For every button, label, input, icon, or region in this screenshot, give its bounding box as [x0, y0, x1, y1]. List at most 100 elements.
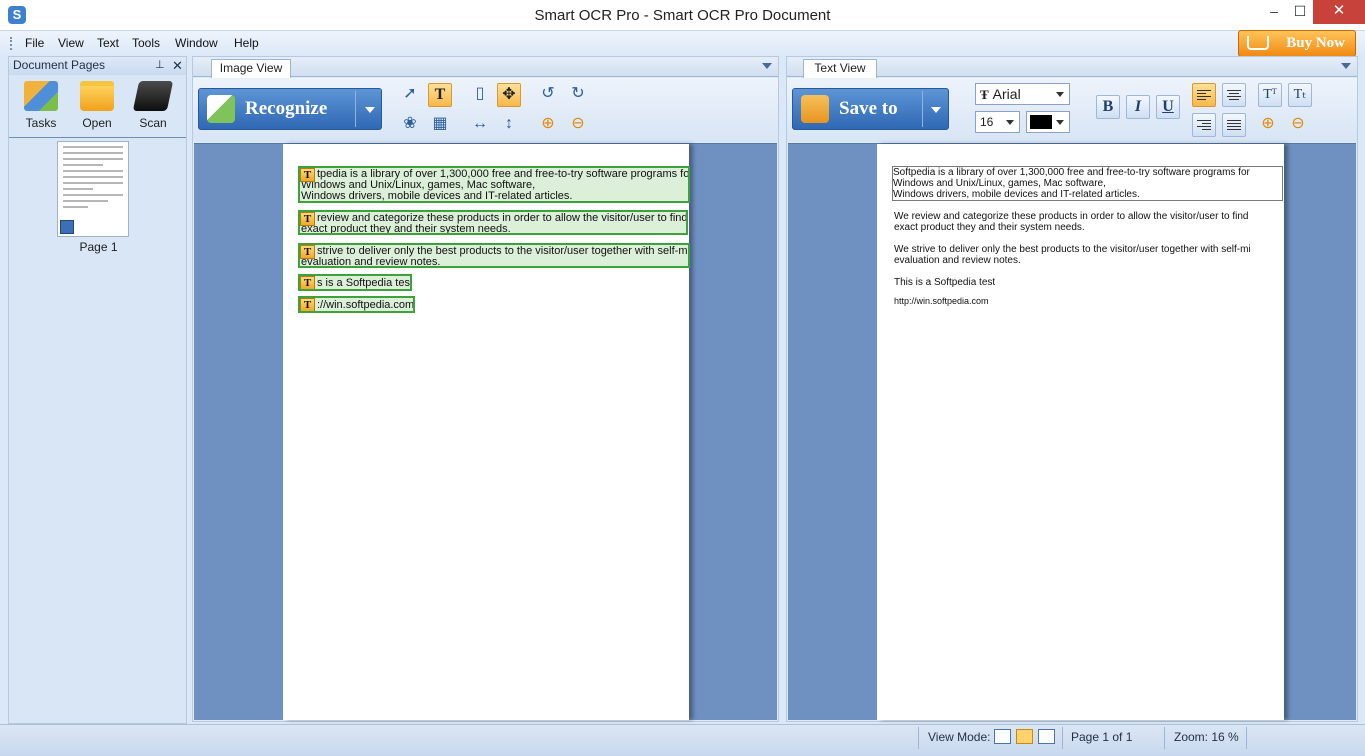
- rotate-left-icon[interactable]: ↺: [536, 83, 560, 107]
- single-view-mode-icon[interactable]: [994, 729, 1011, 744]
- scan-button[interactable]: Scan: [127, 79, 179, 131]
- zoom-out-icon[interactable]: ⊖: [1286, 113, 1310, 137]
- text-block-icon: T: [300, 298, 315, 311]
- paragraph-line: Softpedia is a library of over 1,300,000…: [893, 167, 1250, 178]
- split-view-mode-icon[interactable]: [1016, 729, 1033, 744]
- text-paragraph[interactable]: We review and categorize these products …: [894, 211, 1248, 233]
- pointer-tool-icon[interactable]: ➚: [398, 83, 422, 107]
- text-paragraph[interactable]: http://win.softpedia.com: [894, 296, 989, 307]
- scan-label: Scan: [139, 116, 167, 130]
- rotate-right-icon[interactable]: ↻: [566, 83, 590, 107]
- open-button[interactable]: Open: [71, 79, 123, 131]
- recognized-text-block[interactable]: T strive to deliver only the best produc…: [298, 243, 690, 268]
- recognized-text-block[interactable]: T ://win.softpedia.com: [298, 296, 415, 313]
- align-center-icon[interactable]: [1222, 83, 1246, 107]
- save-icon: [60, 220, 74, 234]
- zoom-in-icon[interactable]: ⊕: [1256, 113, 1280, 137]
- bold-button[interactable]: B: [1096, 95, 1120, 119]
- text-block-icon: T: [300, 212, 315, 226]
- split-divider: [922, 91, 923, 127]
- image-area-tool-icon[interactable]: ❀: [398, 113, 422, 137]
- window-title: Smart OCR Pro - Smart OCR Pro Document: [534, 7, 831, 24]
- save-to-button[interactable]: Save to: [792, 88, 949, 130]
- zoom-out-icon[interactable]: ⊖: [566, 113, 590, 137]
- zoom-in-icon[interactable]: ⊕: [536, 113, 560, 137]
- status-divider: [1062, 727, 1063, 749]
- paragraph-line: http://win.softpedia.com: [894, 296, 989, 306]
- zoom-indicator: Zoom: 16 %: [1174, 730, 1239, 744]
- buy-now-label: Buy Now: [1286, 35, 1345, 51]
- italic-button[interactable]: I: [1126, 95, 1150, 119]
- recognized-text-block[interactable]: T s is a Softpedia test: [298, 274, 412, 291]
- paragraph-line: This is a Softpedia test: [894, 277, 996, 288]
- close-button[interactable]: ✕: [1313, 0, 1365, 24]
- maximize-button[interactable]: ☐: [1283, 0, 1317, 24]
- recognize-button[interactable]: Recognize: [198, 88, 382, 130]
- menu-bar: File View Text Tools Window Help: [0, 31, 1365, 56]
- justify-icon[interactable]: [1222, 113, 1246, 137]
- superscript-icon[interactable]: Tᵀ: [1258, 83, 1282, 107]
- page-indicator: Page 1 of 1: [1071, 730, 1133, 744]
- picture-area-tool-icon[interactable]: ▯: [468, 83, 492, 107]
- image-view-pane: Image View Recognize ➚ T ▯ ✥ ↺ ↻ ❀ ▦ ↔ ↕…: [192, 56, 779, 722]
- paragraph-line: evaluation and review notes.: [894, 255, 1021, 266]
- image-view-toolbar: Recognize ➚ T ▯ ✥ ↺ ↻ ❀ ▦ ↔ ↕ ⊕ ⊖: [193, 78, 778, 142]
- image-page: T tpedia is a library of over 1,300,000 …: [283, 144, 690, 720]
- text-view-toolbar: Save to Ŧ Arial 16 B I U Tᵀ Tₜ ⊕ ⊖: [787, 78, 1357, 142]
- folder-icon: [80, 81, 114, 111]
- recognize-icon: [207, 95, 235, 123]
- document-pages-title: Document Pages: [13, 58, 106, 72]
- font-name-select[interactable]: Ŧ Arial: [975, 83, 1070, 105]
- stacked-view-mode-icon[interactable]: [1038, 729, 1055, 744]
- menu-file[interactable]: File: [25, 36, 44, 50]
- tab-menu-arrow-icon[interactable]: [1341, 63, 1351, 69]
- menu-window[interactable]: Window: [175, 36, 218, 50]
- paragraph-line: We review and categorize these products …: [894, 211, 1249, 222]
- text-block-icon: T: [300, 245, 315, 259]
- pin-icon[interactable]: ⊥: [155, 57, 165, 74]
- menu-text[interactable]: Text: [97, 36, 119, 50]
- text-paragraph[interactable]: We strive to deliver only the best produ…: [894, 244, 1251, 266]
- table-area-tool-icon[interactable]: ▦: [428, 113, 452, 137]
- tab-image-view[interactable]: Image View: [211, 59, 291, 78]
- block-line: ://win.softpedia.com: [317, 299, 415, 311]
- buy-now-button[interactable]: Buy Now: [1238, 30, 1356, 57]
- subscript-icon[interactable]: Tₜ: [1288, 83, 1312, 107]
- text-area-tool-icon[interactable]: T: [428, 83, 452, 107]
- menu-view[interactable]: View: [58, 36, 84, 50]
- menu-help[interactable]: Help: [234, 36, 259, 50]
- menu-tools[interactable]: Tools: [132, 36, 160, 50]
- tasks-button[interactable]: Tasks: [15, 79, 67, 131]
- move-tool-icon[interactable]: ✥: [497, 83, 521, 107]
- fit-height-icon[interactable]: ↕: [497, 113, 521, 137]
- font-size-select[interactable]: 16: [975, 111, 1020, 133]
- font-name-value: Arial: [992, 86, 1021, 102]
- text-paragraph[interactable]: This is a Softpedia test: [894, 277, 995, 288]
- recognized-text-block[interactable]: T review and categorize these products i…: [298, 210, 688, 235]
- text-view-pane: Text View Save to ŦArial 16 B I U Tᵀ Tₜ: [786, 56, 1358, 722]
- panel-divider: [9, 137, 186, 138]
- page-thumbnail[interactable]: [57, 141, 129, 237]
- align-left-icon[interactable]: [1192, 83, 1216, 107]
- image-view-tabrow: Image View: [193, 57, 778, 78]
- recognized-text-block[interactable]: T tpedia is a library of over 1,300,000 …: [298, 166, 690, 203]
- document-pages-header: Document Pages ⊥ ✕: [9, 57, 186, 75]
- page-thumbnail-label: Page 1: [79, 240, 118, 254]
- text-paragraph[interactable]: Softpedia is a library of over 1,300,000…: [893, 167, 1250, 200]
- align-right-icon[interactable]: [1192, 113, 1216, 137]
- title-bar: S Smart OCR Pro - Smart OCR Pro Document…: [0, 0, 1365, 31]
- split-divider: [355, 91, 356, 127]
- save-dropdown-icon[interactable]: [931, 107, 941, 113]
- tab-menu-arrow-icon[interactable]: [762, 63, 772, 69]
- tab-text-view[interactable]: Text View: [803, 59, 877, 78]
- panel-close-icon[interactable]: ✕: [172, 57, 183, 74]
- underline-button[interactable]: U: [1156, 95, 1180, 119]
- fit-width-icon[interactable]: ↔: [468, 113, 492, 137]
- chevron-down-icon: [1056, 92, 1064, 97]
- font-color-select[interactable]: [1026, 111, 1070, 133]
- save-icon: [801, 95, 829, 123]
- status-divider: [918, 727, 919, 749]
- text-block-icon: T: [300, 276, 315, 289]
- recognize-dropdown-icon[interactable]: [365, 107, 375, 113]
- block-line: Windows drivers, mobile devices and IT-r…: [301, 190, 573, 202]
